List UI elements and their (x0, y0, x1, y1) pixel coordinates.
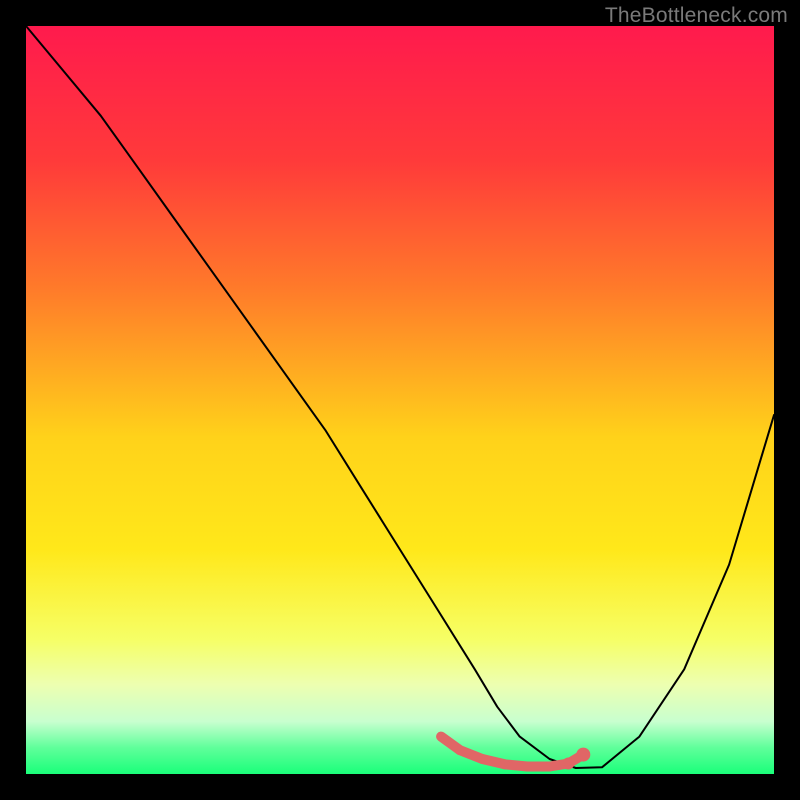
optimal-range-dot (500, 759, 510, 769)
chart-container: TheBottleneck.com (0, 0, 800, 800)
attribution-text: TheBottleneck.com (605, 4, 788, 28)
optimal-range-dot (522, 762, 532, 772)
optimal-range-dot (545, 762, 555, 772)
optimal-range-dot (562, 758, 574, 770)
optimal-range-dot (576, 748, 590, 762)
chart-svg (26, 26, 774, 774)
optimal-range-dot (437, 732, 446, 741)
optimal-range-dot (477, 754, 487, 764)
plot-area (26, 26, 774, 774)
optimal-range-dot (455, 745, 465, 755)
gradient-background (26, 26, 774, 774)
